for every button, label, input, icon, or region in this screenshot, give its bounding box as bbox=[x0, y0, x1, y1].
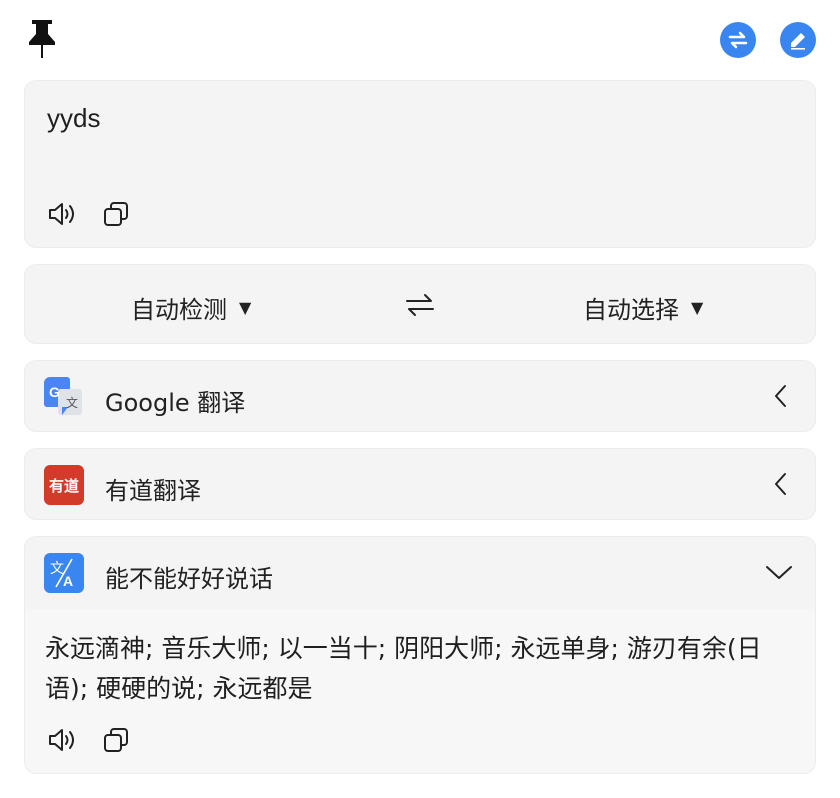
swap-horizontal-icon bbox=[406, 294, 434, 316]
service-name: Google 翻译 bbox=[105, 389, 246, 417]
svg-text:文: 文 bbox=[50, 561, 64, 577]
source-language-label: 自动检测 bbox=[131, 296, 227, 324]
pencil-icon bbox=[791, 33, 805, 50]
svg-text:文: 文 bbox=[66, 395, 78, 410]
copy-icon[interactable] bbox=[101, 725, 131, 755]
source-text[interactable]: yyds bbox=[47, 103, 100, 134]
source-language-select[interactable]: 自动检测 ▼ bbox=[131, 290, 251, 325]
svg-text:G: G bbox=[49, 384, 60, 400]
service-name: 有道翻译 bbox=[105, 477, 201, 505]
speaker-icon[interactable] bbox=[47, 199, 77, 229]
speaker-icon[interactable] bbox=[47, 725, 77, 755]
service-youdao[interactable]: 有道 有道翻译 bbox=[24, 448, 816, 520]
youdao-icon: 有道 bbox=[44, 465, 84, 505]
service-google[interactable]: G 文 Google 翻译 bbox=[24, 360, 816, 432]
service-nbnhhsh: 文 A 能不能好好说话 永远滴神; 音乐大师; 以一当十; 阴阳大师; 永远单身… bbox=[24, 536, 816, 774]
language-selector: 自动检测 ▼ 自动选择 ▼ bbox=[24, 264, 816, 344]
youdao-logo-text: 有道 bbox=[48, 476, 79, 495]
svg-text:A: A bbox=[63, 573, 73, 589]
target-language-select[interactable]: 自动选择 ▼ bbox=[583, 290, 703, 325]
target-language-label: 自动选择 bbox=[583, 296, 679, 324]
chevron-down-icon[interactable] bbox=[765, 559, 792, 585]
caret-down-icon: ▼ bbox=[691, 298, 704, 317]
service-header[interactable]: G 文 Google 翻译 bbox=[25, 361, 815, 431]
google-translate-icon: G 文 bbox=[44, 377, 84, 417]
swap-language-button[interactable] bbox=[405, 291, 435, 319]
service-header[interactable]: 有道 有道翻译 bbox=[25, 449, 815, 519]
caret-down-icon: ▼ bbox=[239, 298, 252, 317]
translate-icon: 文 A bbox=[44, 553, 84, 593]
pushpin-icon[interactable] bbox=[26, 18, 58, 60]
chevron-left-icon[interactable] bbox=[769, 383, 795, 409]
swap-button[interactable] bbox=[720, 22, 756, 58]
swap-arrows-icon bbox=[728, 31, 748, 49]
service-header[interactable]: 文 A 能不能好好说话 bbox=[25, 537, 815, 609]
copy-icon[interactable] bbox=[101, 199, 131, 229]
service-name: 能不能好好说话 bbox=[105, 565, 273, 593]
result-body: 永远滴神; 音乐大师; 以一当十; 阴阳大师; 永远单身; 游刃有余(日语); … bbox=[25, 609, 815, 773]
source-input-card[interactable]: yyds bbox=[24, 80, 816, 248]
chevron-left-icon[interactable] bbox=[769, 471, 795, 497]
result-text[interactable]: 永远滴神; 音乐大师; 以一当十; 阴阳大师; 永远单身; 游刃有余(日语); … bbox=[45, 629, 797, 709]
edit-button[interactable] bbox=[780, 22, 816, 58]
